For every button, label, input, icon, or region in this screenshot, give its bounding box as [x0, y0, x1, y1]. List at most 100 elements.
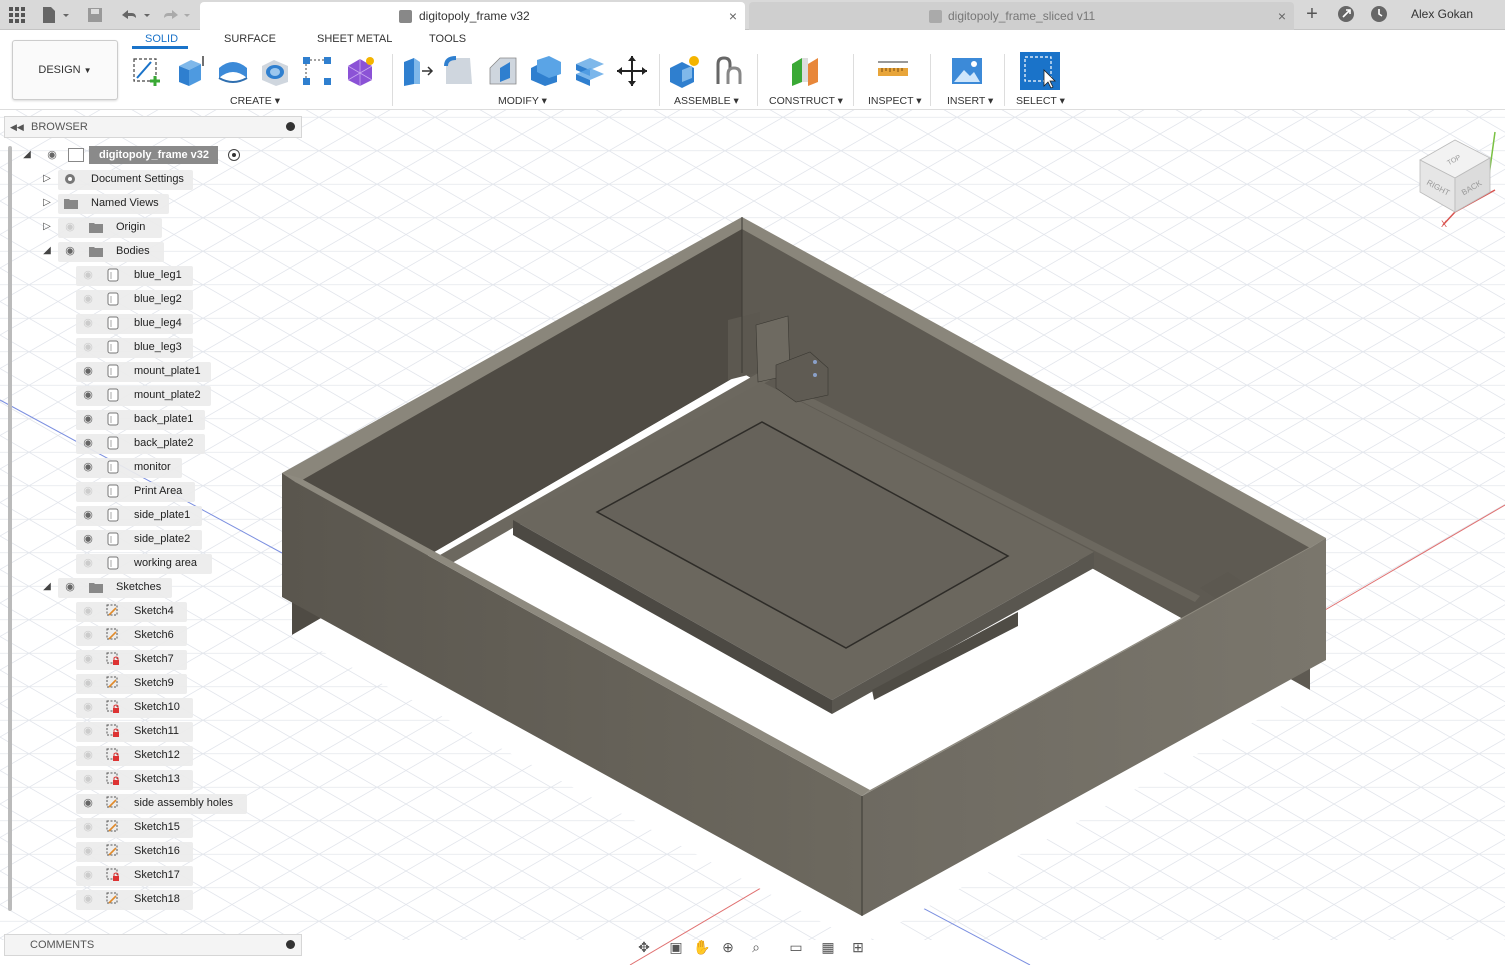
- joint-icon[interactable]: [712, 54, 746, 88]
- offset-plane-icon[interactable]: [788, 54, 822, 88]
- pan-hand-icon[interactable]: ✋: [692, 937, 712, 957]
- pattern-icon[interactable]: [300, 54, 334, 88]
- fillet-icon[interactable]: [442, 54, 476, 88]
- collapse-toggle-icon[interactable]: ◢: [40, 240, 54, 262]
- tab-solid[interactable]: SOLID: [145, 33, 178, 45]
- visibility-eye-icon[interactable]: ◉: [80, 672, 96, 694]
- collapse-panel-icon[interactable]: ◀◀: [10, 117, 24, 137]
- undo-icon[interactable]: [118, 6, 154, 24]
- extrude-icon[interactable]: [173, 54, 207, 88]
- browser-item[interactable]: ◢ ◉ Bodies: [0, 240, 270, 262]
- browser-item[interactable]: ◉ Sketch17: [0, 864, 270, 886]
- browser-item[interactable]: ◉ blue_leg2: [0, 288, 270, 310]
- add-comment-icon[interactable]: [286, 940, 295, 949]
- expand-toggle-icon[interactable]: ▷: [40, 216, 54, 238]
- browser-item[interactable]: ◉ side_plate1: [0, 504, 270, 526]
- select-menu[interactable]: SELECT ▾: [1016, 95, 1065, 107]
- browser-header[interactable]: ◀◀ BROWSER: [4, 116, 302, 138]
- browser-item[interactable]: ◉ blue_leg4: [0, 312, 270, 334]
- visibility-eye-icon[interactable]: ◉: [80, 264, 96, 286]
- visibility-eye-icon[interactable]: ◉: [80, 384, 96, 406]
- tab-digitopoly-frame-sliced[interactable]: digitopoly_frame_sliced v11 ×: [749, 2, 1294, 30]
- tab-digitopoly-frame[interactable]: digitopoly_frame v32 ×: [200, 2, 745, 30]
- visibility-eye-icon[interactable]: ◉: [80, 864, 96, 886]
- visibility-eye-icon[interactable]: ◉: [80, 288, 96, 310]
- expand-toggle-icon[interactable]: ▷: [40, 168, 54, 190]
- modify-menu[interactable]: MODIFY ▾: [498, 95, 547, 107]
- browser-item[interactable]: ◉ Print Area: [0, 480, 270, 502]
- new-component-icon[interactable]: [668, 54, 702, 88]
- browser-item[interactable]: ◉ Sketch9: [0, 672, 270, 694]
- workspace-switcher[interactable]: DESIGN ▼: [12, 40, 118, 100]
- fit-zoom-icon[interactable]: ⌕: [746, 937, 766, 957]
- measure-icon[interactable]: [876, 54, 910, 88]
- chamfer-icon[interactable]: [486, 54, 520, 88]
- user-account-name[interactable]: Alex Gokan: [1411, 0, 1473, 28]
- visibility-eye-icon[interactable]: ◉: [80, 336, 96, 358]
- visibility-eye-icon[interactable]: ◉: [62, 216, 78, 238]
- expand-toggle-icon[interactable]: ▷: [40, 192, 54, 214]
- create-sketch-icon[interactable]: [131, 54, 165, 88]
- browser-item[interactable]: ▷ Named Views: [0, 192, 270, 214]
- visibility-eye-icon[interactable]: ◉: [80, 768, 96, 790]
- browser-item[interactable]: ◉ Sketch10: [0, 696, 270, 718]
- select-icon[interactable]: [1020, 52, 1060, 90]
- browser-item[interactable]: ◉ blue_leg1: [0, 264, 270, 286]
- comments-panel[interactable]: COMMENTS: [4, 934, 302, 956]
- shell-icon[interactable]: [529, 54, 563, 88]
- create-menu[interactable]: CREATE ▾: [230, 95, 280, 107]
- expand-toggle-icon[interactable]: ◢: [20, 144, 34, 166]
- visibility-eye-icon[interactable]: ◉: [44, 144, 60, 166]
- look-at-icon[interactable]: ▣: [666, 937, 686, 957]
- visibility-eye-icon[interactable]: ◉: [80, 360, 96, 382]
- insert-image-icon[interactable]: [950, 54, 984, 88]
- create-form-icon[interactable]: [344, 54, 378, 88]
- browser-item[interactable]: ◉ mount_plate1: [0, 360, 270, 382]
- browser-item[interactable]: ▷ Document Settings: [0, 168, 270, 190]
- orbit-icon[interactable]: ✥: [634, 937, 654, 957]
- redo-icon[interactable]: [160, 6, 196, 24]
- hole-icon[interactable]: [258, 54, 292, 88]
- visibility-eye-icon[interactable]: ◉: [80, 816, 96, 838]
- visibility-eye-icon[interactable]: ◉: [80, 720, 96, 742]
- new-tab-button[interactable]: +: [1302, 4, 1322, 24]
- visibility-eye-icon[interactable]: ◉: [80, 312, 96, 334]
- browser-item[interactable]: ◉ Sketch13: [0, 768, 270, 790]
- job-status-icon[interactable]: [1370, 5, 1388, 23]
- visibility-eye-icon[interactable]: ◉: [62, 576, 78, 598]
- assemble-menu[interactable]: ASSEMBLE ▾: [674, 95, 739, 107]
- visibility-eye-icon[interactable]: ◉: [80, 744, 96, 766]
- zoom-icon[interactable]: ⊕: [718, 937, 738, 957]
- visibility-eye-icon[interactable]: ◉: [80, 600, 96, 622]
- display-settings-icon[interactable]: ▭: [786, 937, 806, 957]
- apps-grid-icon[interactable]: [8, 6, 26, 24]
- save-icon[interactable]: [86, 6, 104, 24]
- press-pull-icon[interactable]: [400, 54, 434, 88]
- file-menu-icon[interactable]: [40, 5, 70, 25]
- visibility-eye-icon[interactable]: ◉: [80, 696, 96, 718]
- browser-item[interactable]: ◉ mount_plate2: [0, 384, 270, 406]
- visibility-eye-icon[interactable]: ◉: [80, 456, 96, 478]
- browser-item[interactable]: ◉ Sketch4: [0, 600, 270, 622]
- inspect-menu[interactable]: INSPECT ▾: [868, 95, 922, 107]
- collapse-toggle-icon[interactable]: ◢: [40, 576, 54, 598]
- browser-item[interactable]: ◉ Sketch6: [0, 624, 270, 646]
- tab-surface[interactable]: SURFACE: [224, 33, 276, 45]
- visibility-eye-icon[interactable]: ◉: [80, 840, 96, 862]
- visibility-eye-icon[interactable]: ◉: [80, 432, 96, 454]
- move-copy-icon[interactable]: [615, 54, 649, 88]
- visibility-eye-icon[interactable]: ◉: [80, 480, 96, 502]
- browser-item[interactable]: ◉ back_plate2: [0, 432, 270, 454]
- tab-sheet-metal[interactable]: SHEET METAL: [317, 33, 392, 45]
- visibility-eye-icon[interactable]: ◉: [80, 624, 96, 646]
- close-icon[interactable]: ×: [1278, 2, 1286, 30]
- browser-item[interactable]: ◢ ◉ Sketches: [0, 576, 270, 598]
- visibility-eye-icon[interactable]: ◉: [80, 504, 96, 526]
- combine-icon[interactable]: [572, 54, 606, 88]
- browser-item[interactable]: ◉ back_plate1: [0, 408, 270, 430]
- grid-settings-icon[interactable]: ▦: [818, 937, 838, 957]
- browser-item[interactable]: ◉ Sketch11: [0, 720, 270, 742]
- visibility-eye-icon[interactable]: ◉: [80, 792, 96, 814]
- visibility-eye-icon[interactable]: ◉: [80, 408, 96, 430]
- minimize-circle-icon[interactable]: [286, 122, 295, 131]
